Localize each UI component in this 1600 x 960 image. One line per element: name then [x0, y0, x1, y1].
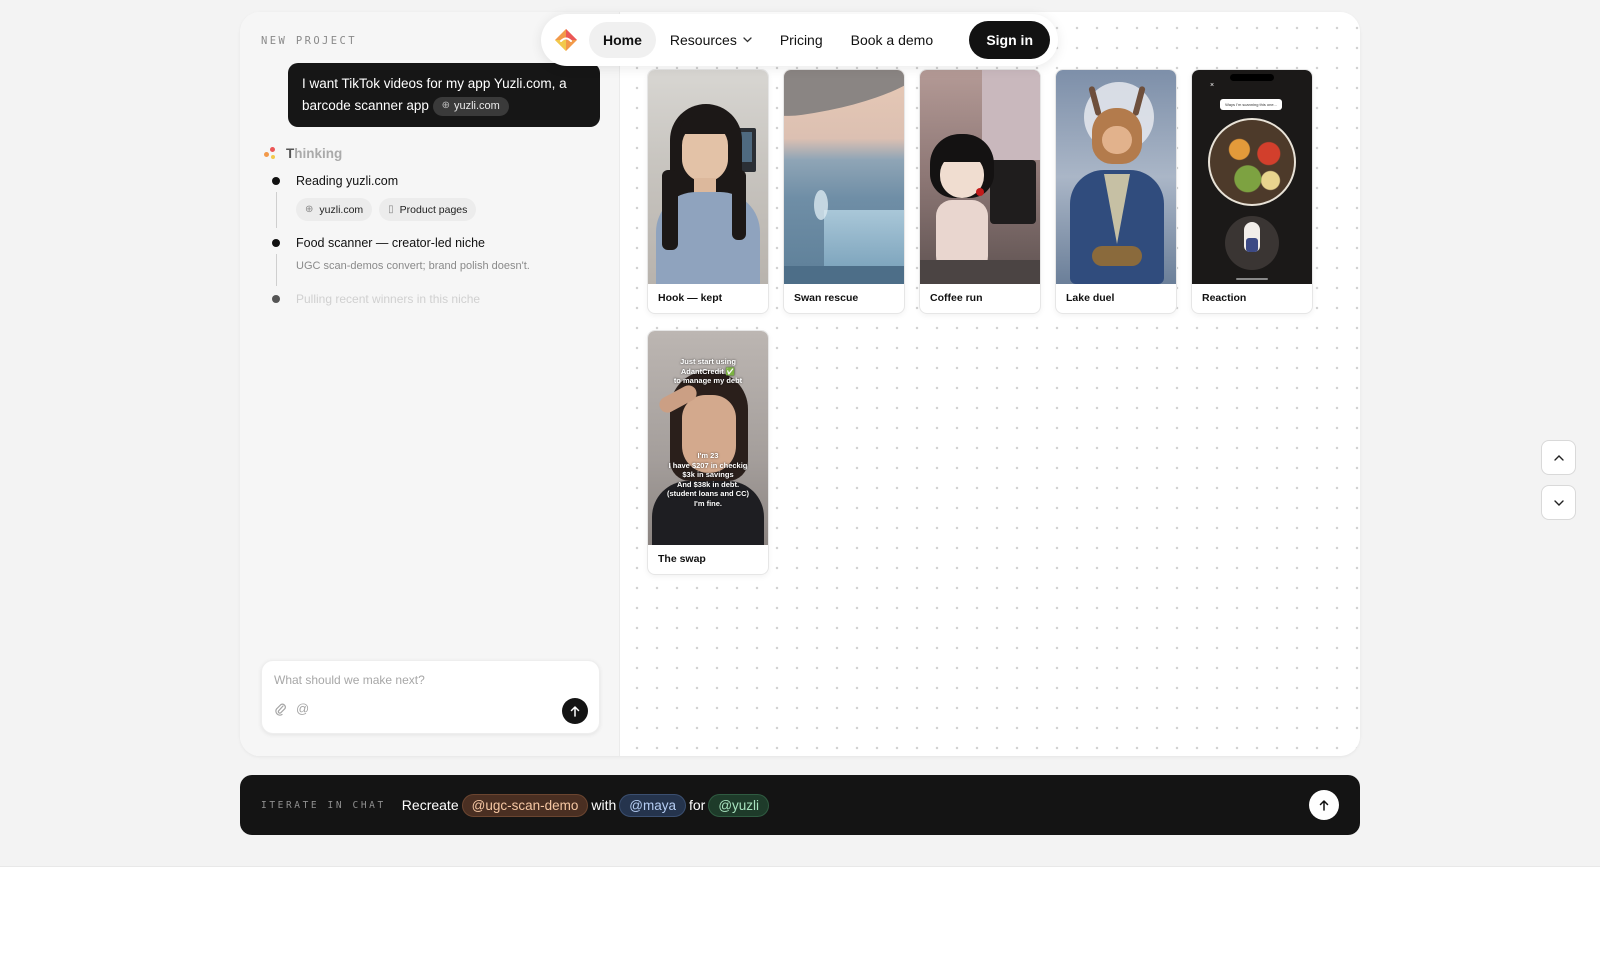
- chevron-up-icon: [1553, 454, 1564, 461]
- brand-token[interactable]: @yuzli: [708, 793, 770, 817]
- step-connector: [275, 254, 277, 286]
- video-card-lake[interactable]: Lake duel: [1055, 69, 1177, 314]
- globe-icon: ⊕: [305, 204, 314, 215]
- step-title: Pulling recent winners in this niche: [296, 292, 481, 306]
- video-title: Coffee run: [930, 292, 983, 304]
- composer-input[interactable]: What should we make next?: [274, 673, 425, 687]
- sign-in-button[interactable]: Sign in: [969, 21, 1050, 59]
- prompt-word: with: [591, 797, 617, 813]
- video-card-swap[interactable]: Just start using AdantCredit ✅ to manage…: [647, 330, 769, 575]
- chat-composer[interactable]: What should we make next? @: [261, 660, 600, 734]
- step-title: Food scanner — creator-led niche: [296, 236, 485, 250]
- video-card-hook[interactable]: Hook — kept: [647, 69, 769, 314]
- globe-icon: ⊕: [441, 100, 450, 112]
- video-thumbnail: [784, 70, 904, 284]
- paperclip-icon[interactable]: [274, 702, 286, 719]
- source-chip-label: yuzli.com: [319, 203, 364, 216]
- step-pulling: Pulling recent winners in this niche: [272, 290, 602, 308]
- nav-home[interactable]: Home: [589, 22, 656, 58]
- step-dot: [272, 177, 280, 185]
- top-nav: Home Resources Pricing Book a demo Sign …: [541, 14, 1058, 66]
- chevron-down-icon: [743, 35, 752, 46]
- thinking-label: Thinking: [286, 146, 343, 161]
- project-label: NEW PROJECT: [261, 35, 357, 47]
- scroll-down-button[interactable]: [1541, 485, 1576, 520]
- video-title: Lake duel: [1066, 292, 1115, 304]
- caption-bubble: Ways I'm scanning this one...: [1220, 99, 1282, 110]
- video-thumbnail: [920, 70, 1040, 284]
- step-subtitle: UGC scan-demos convert; brand polish doe…: [296, 260, 530, 272]
- source-chip-label: Product pages: [399, 203, 468, 216]
- step-dot: [272, 239, 280, 247]
- video-card-reaction[interactable]: × Ways I'm scanning this one... Reaction: [1191, 69, 1313, 314]
- nav-pricing[interactable]: Pricing: [766, 22, 837, 58]
- close-icon: ×: [1210, 82, 1215, 89]
- video-thumbnail: [648, 70, 768, 284]
- step-reading: Reading yuzli.com ⊕ yuzli.com ▯ Product …: [272, 172, 602, 234]
- iterate-prompt[interactable]: Recreate @ugc-scan-demo with @maya for @…: [401, 793, 770, 817]
- source-chip-website[interactable]: ⊕ yuzli.com: [296, 198, 373, 221]
- sparkle-icon: [264, 146, 278, 161]
- caption-overlay-top: Just start using AdantCredit ✅ to manage…: [673, 357, 743, 385]
- step-connector: [275, 192, 277, 228]
- website-chip-label: yuzli.com: [454, 100, 500, 113]
- logo-icon[interactable]: [553, 27, 579, 53]
- arrow-up-icon: [1319, 799, 1329, 811]
- nav-book-demo[interactable]: Book a demo: [837, 22, 948, 58]
- video-card-swan[interactable]: Swan rescue: [783, 69, 905, 314]
- arrow-up-icon: [570, 705, 580, 717]
- nav-resources[interactable]: Resources: [656, 22, 766, 58]
- step-source-chips: ⊕ yuzli.com ▯ Product pages: [296, 198, 602, 221]
- video-thumbnail: Just start using AdantCredit ✅ to manage…: [648, 331, 768, 545]
- scroll-up-button[interactable]: [1541, 440, 1576, 475]
- format-token[interactable]: @ugc-scan-demo: [461, 793, 589, 817]
- mention-button[interactable]: @: [296, 701, 309, 716]
- video-title: The swap: [658, 553, 706, 565]
- caption-overlay-bottom: I'm 23 I have $207 in checkig $3k in sav…: [666, 451, 750, 508]
- chat-panel: NEW PROJECT I want TikTok videos for my …: [240, 12, 620, 756]
- step-title: Reading yuzli.com: [296, 174, 399, 188]
- thinking-steps: Reading yuzli.com ⊕ yuzli.com ▯ Product …: [272, 172, 602, 308]
- chevron-down-icon: [1553, 499, 1564, 506]
- video-thumbnail: [1056, 70, 1176, 284]
- prompt-word: for: [688, 797, 706, 813]
- step-dot: [272, 295, 280, 303]
- website-chip[interactable]: ⊕ yuzli.com: [432, 96, 509, 116]
- iterate-label: ITERATE IN CHAT: [261, 799, 386, 811]
- iterate-bar: ITERATE IN CHAT Recreate @ugc-scan-demo …: [240, 775, 1360, 835]
- document-icon: ▯: [388, 204, 394, 215]
- source-chip-product-pages[interactable]: ▯ Product pages: [379, 198, 477, 221]
- project-card: NEW PROJECT I want TikTok videos for my …: [240, 12, 1360, 756]
- thinking-header: Thinking: [264, 146, 342, 161]
- user-message-bubble: I want TikTok videos for my app Yuzli.co…: [288, 63, 600, 127]
- page-footer-area: [0, 866, 1600, 960]
- send-button[interactable]: [562, 698, 588, 724]
- prompt-word: Recreate: [401, 797, 459, 813]
- nav-resources-label: Resources: [669, 32, 737, 48]
- video-title: Hook — kept: [658, 292, 723, 304]
- video-title: Swan rescue: [794, 292, 859, 304]
- video-thumbnail: × Ways I'm scanning this one...: [1192, 70, 1312, 284]
- creator-token[interactable]: @maya: [619, 793, 686, 817]
- video-title: Reaction: [1202, 292, 1247, 304]
- iterate-send-button[interactable]: [1309, 790, 1339, 820]
- step-niche: Food scanner — creator-led niche UGC sca…: [272, 234, 602, 290]
- video-card-coffee[interactable]: Coffee run: [919, 69, 1041, 314]
